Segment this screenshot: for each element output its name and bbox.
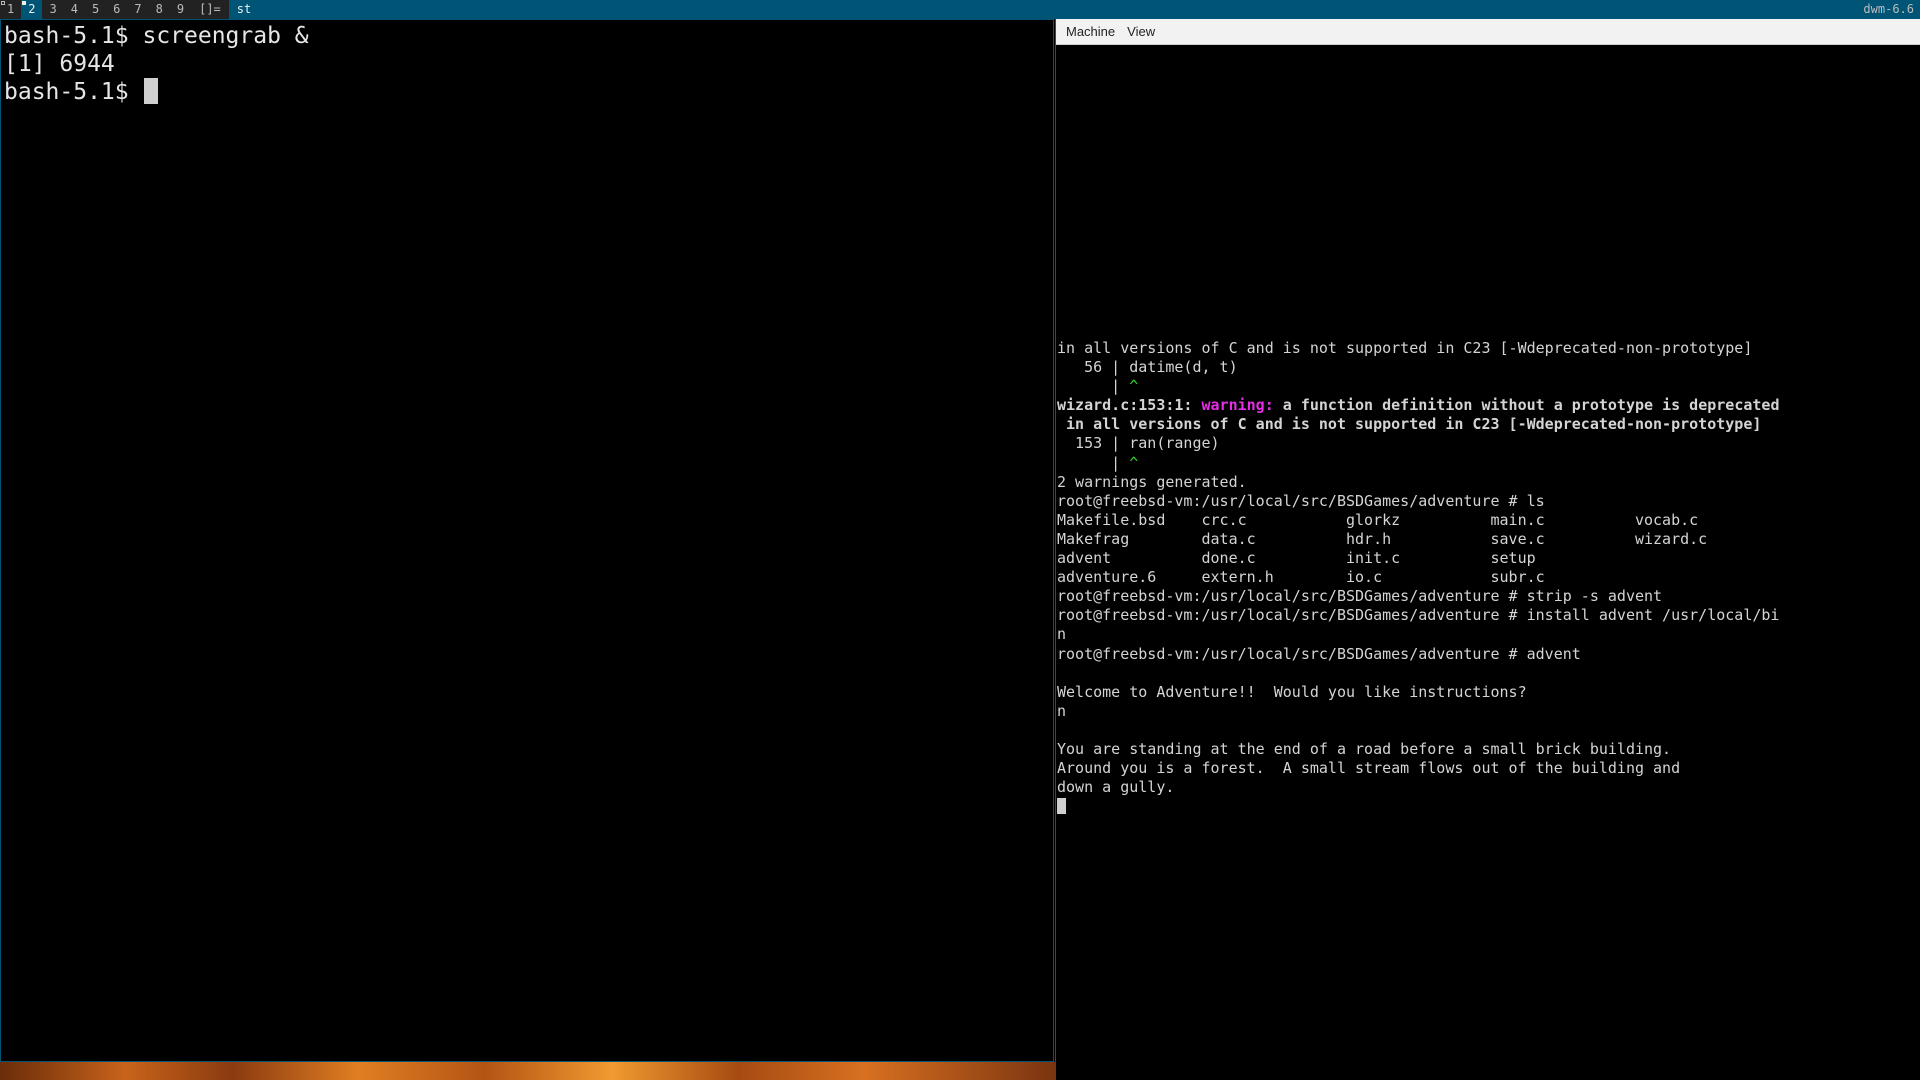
console-line: You are standing at the end of a road be… [1057, 739, 1672, 758]
console-line: 153 | ran(range) [1057, 434, 1779, 453]
console-line: in all versions of C and is not supporte… [1057, 339, 1753, 357]
console-line: n [1057, 701, 1067, 720]
tag-6[interactable]: 6 [106, 0, 127, 19]
tag-occupied-indicator [22, 1, 27, 5]
terminal-line: bash-5.1$ screengrab & [4, 23, 309, 49]
line-gutter: | [1057, 453, 1130, 472]
vm-menubar: Machine View [1056, 19, 1920, 45]
tag-label: 5 [91, 2, 100, 16]
tag-label: 1 [7, 2, 15, 16]
vm-console[interactable]: in all versions of C and is not supporte… [1056, 45, 1920, 1080]
line-gutter: 153 | [1057, 434, 1130, 453]
console-line: in all versions of C and is not supporte… [1057, 415, 1762, 434]
source-snippet: datime(d, t) [1129, 358, 1238, 377]
tag-9[interactable]: 9 [170, 0, 191, 19]
console-line: down a gully. [1057, 778, 1175, 797]
tag-5[interactable]: 5 [85, 0, 106, 19]
warning-label: warning: [1201, 396, 1274, 415]
console-line: root@freebsd-vm:/usr/local/src/BSDGames/… [1057, 644, 1581, 663]
diagnostic-caret: ^ [1129, 453, 1139, 472]
tag-label: 2 [28, 2, 36, 16]
diagnostic-caret: ^ [1129, 377, 1139, 396]
tag-label: 4 [70, 2, 78, 16]
diagnostic-location: wizard.c:153:1: [1057, 396, 1202, 415]
terminal-line: [1] 6944 [4, 51, 115, 77]
console-line: n [1057, 625, 1067, 644]
focused-window-title: st [228, 0, 1858, 19]
tag-list: 123456789 [0, 0, 191, 19]
line-gutter: 56 | [1057, 358, 1130, 377]
console-line: adventure.6 extern.h io.c subr.c [1057, 568, 1545, 587]
warning-message: a function definition without a prototyp… [1273, 396, 1780, 415]
console-input-line[interactable] [1057, 797, 1779, 816]
tag-1[interactable]: 1 [0, 0, 21, 19]
tag-label: 7 [134, 2, 142, 16]
console-line: Makefrag data.c hdr.h save.c wizard.c [1057, 529, 1708, 548]
console-line: 2 warnings generated. [1057, 472, 1247, 491]
console-line: | ^ [1057, 454, 1779, 473]
line-gutter: | [1057, 377, 1130, 396]
layout-indicator[interactable]: []= [191, 0, 229, 19]
tag-occupied-indicator [1, 1, 5, 5]
st-terminal-window[interactable]: bash-5.1$ screengrab & [1] 6944 bash-5.1… [0, 19, 1054, 1062]
terminal-prompt-line[interactable]: bash-5.1$ [4, 78, 1050, 106]
console-output: in all versions of C and is not supporte… [1057, 339, 1779, 816]
status-text: dwm-6.6 [1857, 0, 1920, 19]
tag-7[interactable]: 7 [127, 0, 148, 19]
terminal-cursor [144, 78, 159, 104]
console-line: 56 | datime(d, t) [1057, 358, 1779, 377]
menu-machine[interactable]: Machine [1060, 19, 1121, 44]
console-line: root@freebsd-vm:/usr/local/src/BSDGames/… [1057, 606, 1780, 625]
tag-label: 8 [155, 2, 163, 16]
console-line: Welcome to Adventure!! Would you like in… [1057, 682, 1527, 701]
tag-4[interactable]: 4 [64, 0, 85, 19]
console-line: advent done.c init.c setup [1057, 549, 1536, 568]
console-line: root@freebsd-vm:/usr/local/src/BSDGames/… [1057, 587, 1663, 606]
dwm-status-bar: 123456789 []= st dwm-6.6 [0, 0, 1920, 19]
vm-window[interactable]: Machine View in all versions of C and is… [1055, 19, 1920, 1080]
tag-label: 3 [49, 2, 57, 16]
console-line: root@freebsd-vm:/usr/local/src/BSDGames/… [1057, 491, 1545, 510]
console-line: | ^ [1057, 377, 1779, 396]
console-line: Around you is a forest. A small stream f… [1057, 759, 1681, 778]
console-line: Makefile.bsd crc.c glorkz main.c vocab.c [1057, 510, 1699, 529]
tag-label: 6 [113, 2, 121, 16]
desktop-wallpaper [0, 1062, 1055, 1080]
tag-3[interactable]: 3 [42, 0, 63, 19]
console-cursor [1057, 798, 1066, 815]
console-line: wizard.c:153:1: warning: a function defi… [1057, 396, 1779, 415]
terminal-prompt: bash-5.1$ [4, 79, 143, 105]
menu-view[interactable]: View [1121, 19, 1161, 44]
tag-8[interactable]: 8 [149, 0, 170, 19]
source-snippet: ran(range) [1129, 434, 1220, 453]
tag-2[interactable]: 2 [21, 0, 43, 19]
tag-label: 9 [176, 2, 185, 16]
